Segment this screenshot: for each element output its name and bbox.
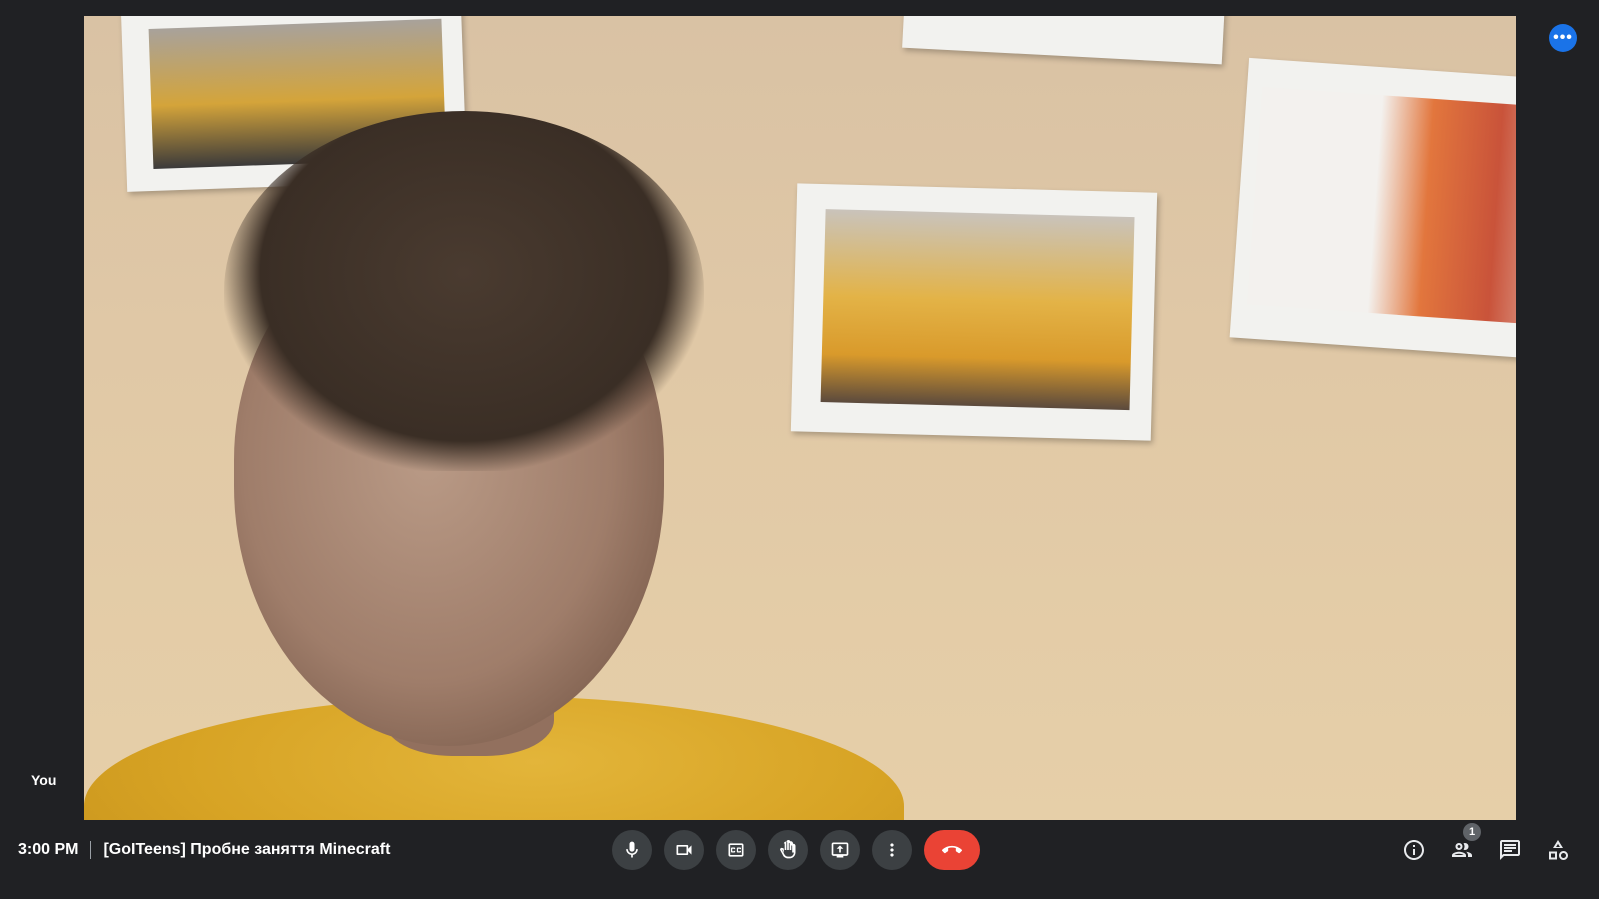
activities-button[interactable]: [1545, 837, 1571, 863]
leave-call-button[interactable]: [924, 830, 980, 870]
wall-photo-frame: [1229, 57, 1516, 359]
participant-hair: [224, 111, 704, 471]
present-now-button[interactable]: [820, 830, 860, 870]
raise-hand-button[interactable]: [768, 830, 808, 870]
wall-photo-frame: [790, 183, 1158, 441]
more-vert-icon: [890, 843, 894, 857]
people-button[interactable]: 1: [1449, 823, 1481, 863]
chat-button[interactable]: [1497, 837, 1523, 863]
captions-button[interactable]: [716, 830, 756, 870]
self-name-label: You: [31, 772, 57, 788]
camera-button[interactable]: [664, 830, 704, 870]
divider: [90, 841, 92, 859]
wall-photo-frame: [902, 16, 1226, 65]
chat-icon: [1500, 840, 1520, 860]
meeting-info: 3:00 PM [GoITeens] Пробне заняття Minecr…: [18, 820, 390, 880]
microphone-button[interactable]: [612, 830, 652, 870]
call-controls: [612, 820, 980, 880]
call-end-icon: [942, 845, 962, 854]
self-video-tile: [84, 16, 1516, 820]
meeting-time: 3:00 PM: [18, 841, 79, 858]
tile-more-options-button[interactable]: •••: [1549, 24, 1577, 52]
present-screen-icon: [831, 842, 849, 858]
activities-icon: [1549, 840, 1568, 860]
side-actions: 1: [1401, 820, 1571, 880]
closed-caption-icon: [728, 843, 744, 857]
people-icon: [1452, 843, 1472, 857]
bottom-bar: 3:00 PM [GoITeens] Пробне заняття Minecr…: [0, 820, 1599, 899]
videocam-icon: [676, 845, 692, 855]
people-count-badge: 1: [1463, 823, 1481, 841]
meeting-details-button[interactable]: [1401, 837, 1427, 863]
meeting-title: [GoITeens] Пробне заняття Minecraft: [103, 841, 391, 858]
more-horiz-icon: •••: [1553, 29, 1573, 46]
hand-icon: [780, 840, 796, 859]
more-options-button[interactable]: [872, 830, 912, 870]
mic-icon: [626, 841, 638, 858]
info-icon: [1404, 840, 1424, 860]
meet-call-screen: You ••• 3:00 PM [GoITeens] Пробне занятт…: [0, 0, 1599, 899]
